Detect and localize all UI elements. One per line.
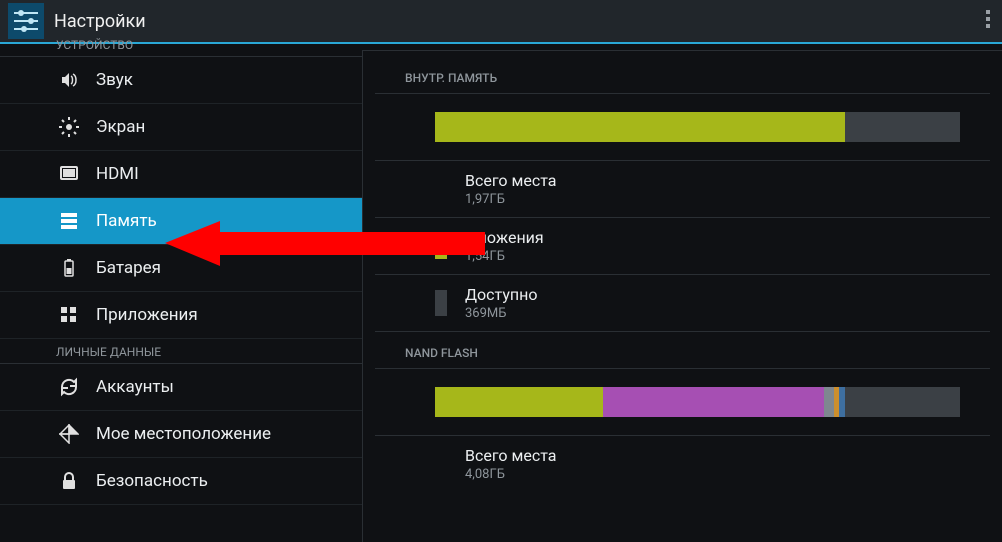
internal-usage-bar-row[interactable]: [375, 94, 990, 161]
row-value: 1,54ГБ: [465, 249, 544, 264]
settings-sidebar: Устройство Звук Экран HDMI Память: [0, 44, 362, 542]
sidebar-item-display[interactable]: Экран: [0, 104, 362, 151]
nand-seg-1: [435, 387, 603, 417]
sound-icon: [56, 70, 82, 90]
sidebar-item-storage[interactable]: Память: [0, 198, 362, 245]
storage-detail: ВНУТР. ПАМЯТЬ Всего места 1,97ГБ ...ложе…: [362, 50, 1002, 542]
row-label: Всего места: [465, 446, 556, 465]
sidebar-item-hdmi[interactable]: HDMI: [0, 151, 362, 198]
internal-usage-bar: [435, 112, 960, 142]
section-personal: ЛИЧНЫЕ ДАННЫЕ: [0, 339, 362, 364]
battery-icon: [56, 258, 82, 278]
usage-seg-free: [845, 112, 961, 142]
sidebar-item-label: Экран: [96, 117, 145, 137]
section-device: Устройство: [0, 38, 362, 57]
sidebar-item-label: Безопасность: [96, 471, 208, 491]
storage-icon: [56, 211, 82, 231]
internal-storage-header: ВНУТР. ПАМЯТЬ: [375, 57, 990, 94]
usage-seg-apps: [435, 112, 845, 142]
row-label: ...ложения: [465, 228, 544, 247]
nand-seg-free: [845, 387, 961, 417]
sync-icon: [56, 377, 82, 397]
row-nand-total[interactable]: Всего места 4,08ГБ: [375, 436, 990, 492]
sidebar-item-location[interactable]: Мое местоположение: [0, 411, 362, 458]
swatch-free: [435, 290, 447, 316]
row-apps-usage[interactable]: ...ложения 1,54ГБ: [375, 218, 990, 275]
sidebar-item-accounts[interactable]: Аккаунты: [0, 364, 362, 411]
overflow-menu-icon[interactable]: [986, 10, 990, 28]
nand-usage-bar: [435, 387, 960, 417]
sidebar-item-label: Аккаунты: [96, 377, 174, 397]
swatch-none: [435, 451, 447, 477]
nand-flash-header: NAND FLASH: [375, 332, 990, 369]
row-available[interactable]: Доступно 369МБ: [375, 275, 990, 332]
location-icon: [56, 424, 82, 444]
sidebar-item-label: Мое местоположение: [96, 424, 271, 444]
sidebar-item-sound[interactable]: Звук: [0, 57, 362, 104]
sidebar-item-battery[interactable]: Батарея: [0, 245, 362, 292]
sidebar-item-security[interactable]: Безопасность: [0, 458, 362, 505]
page-title: Настройки: [54, 11, 146, 32]
row-total-space[interactable]: Всего места 1,97ГБ: [375, 161, 990, 218]
apps-icon: [56, 305, 82, 325]
row-label: Доступно: [465, 285, 537, 304]
row-value: 4,08ГБ: [465, 467, 556, 482]
sidebar-item-label: Приложения: [96, 305, 198, 325]
swatch-none: [435, 176, 447, 202]
nand-seg-2: [603, 387, 824, 417]
swatch-apps: [435, 233, 447, 259]
sidebar-item-apps[interactable]: Приложения: [0, 292, 362, 339]
nand-seg-3: [824, 387, 835, 417]
row-value: 369МБ: [465, 306, 537, 321]
monitor-icon: [56, 164, 82, 184]
settings-app-icon: [8, 3, 44, 39]
sidebar-item-label: Память: [96, 211, 157, 231]
row-label: Всего места: [465, 171, 556, 190]
sidebar-item-label: Батарея: [96, 258, 161, 278]
row-value: 1,97ГБ: [465, 192, 556, 207]
sidebar-item-label: HDMI: [96, 164, 139, 184]
lock-icon: [56, 471, 82, 491]
gear-icon: [56, 117, 82, 137]
sidebar-item-label: Звук: [96, 70, 133, 90]
nand-usage-bar-row[interactable]: [375, 369, 990, 436]
